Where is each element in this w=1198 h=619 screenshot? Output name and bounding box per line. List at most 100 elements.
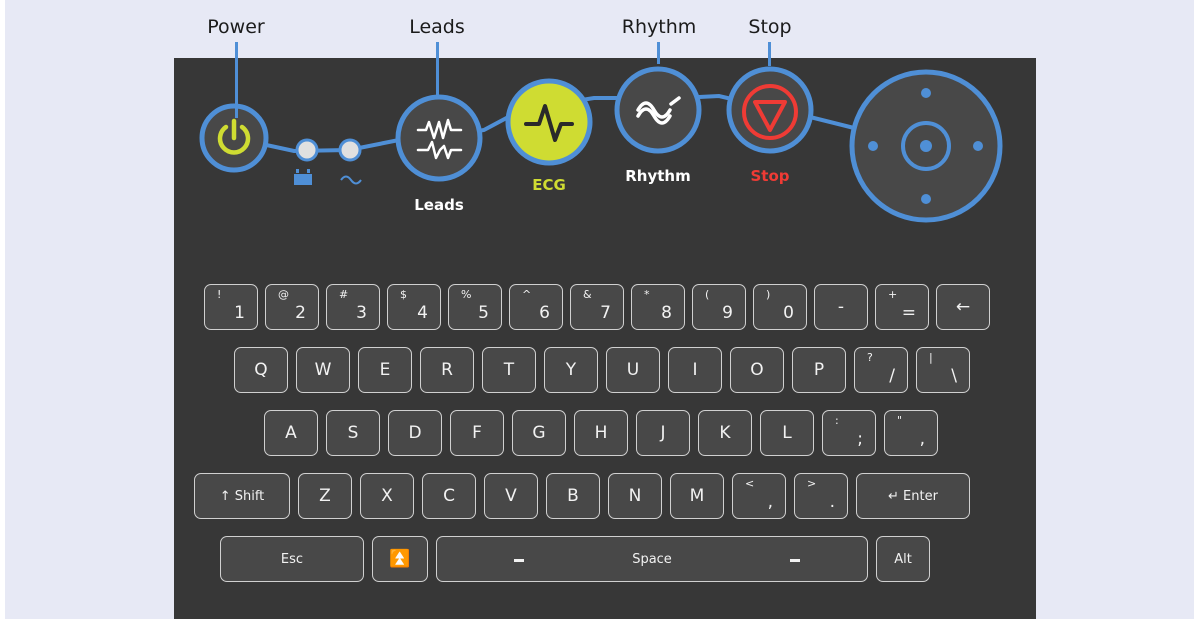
key-5[interactable]: % 5 bbox=[448, 284, 502, 330]
key-2[interactable]: @2 bbox=[265, 284, 319, 330]
key-v[interactable]: V bbox=[484, 473, 538, 519]
key-d[interactable]: D bbox=[388, 410, 442, 456]
navigation-pad[interactable] bbox=[849, 69, 1003, 223]
enter-key[interactable]: ↵ Enter bbox=[856, 473, 970, 519]
key-label: ⏫ bbox=[389, 549, 411, 569]
key-x[interactable]: X bbox=[360, 473, 414, 519]
key-backspace[interactable]: ← bbox=[936, 284, 990, 330]
key-t[interactable]: T bbox=[482, 347, 536, 393]
key-9[interactable]: (9 bbox=[692, 284, 746, 330]
key-label: Esc bbox=[280, 551, 304, 567]
key-shift-symbol: ^ bbox=[522, 288, 532, 301]
nav-up[interactable] bbox=[921, 88, 931, 98]
key-s[interactable]: S bbox=[326, 410, 380, 456]
key-label: , bbox=[919, 429, 925, 449]
key-f[interactable]: F bbox=[450, 410, 504, 456]
key-label: F bbox=[472, 423, 482, 443]
rhythm-button[interactable] bbox=[614, 66, 702, 154]
ac-indicator-light bbox=[338, 138, 362, 162]
nav-down[interactable] bbox=[921, 194, 931, 204]
shift-key[interactable]: ↑ Shift bbox=[194, 473, 290, 519]
nav-left[interactable] bbox=[868, 141, 878, 151]
key-semicolon[interactable]: :; bbox=[822, 410, 876, 456]
key-label: 9 bbox=[722, 303, 733, 323]
callout-stop-leader bbox=[768, 42, 771, 66]
key-label: 0 bbox=[783, 303, 794, 323]
battery-indicator-light bbox=[295, 138, 319, 162]
key-o[interactable]: O bbox=[730, 347, 784, 393]
key-label: R bbox=[441, 360, 453, 380]
comma-key[interactable]: <, bbox=[732, 473, 786, 519]
ecg-button-label: ECG bbox=[532, 176, 566, 194]
nav-right[interactable] bbox=[973, 141, 983, 151]
key-a[interactable]: A bbox=[264, 410, 318, 456]
key-z[interactable]: Z bbox=[298, 473, 352, 519]
key-7[interactable]: & 7 bbox=[570, 284, 624, 330]
key-label: P bbox=[813, 360, 825, 380]
key-n[interactable]: N bbox=[608, 473, 662, 519]
period-key[interactable]: >. bbox=[794, 473, 848, 519]
key-e[interactable]: E bbox=[358, 347, 412, 393]
key-label: , bbox=[767, 492, 773, 512]
key-y[interactable]: Y bbox=[544, 347, 598, 393]
key-p[interactable]: P bbox=[792, 347, 846, 393]
callout-power: Power bbox=[207, 16, 265, 38]
key-label: O bbox=[750, 360, 764, 380]
key-label: 8 bbox=[661, 303, 672, 323]
key-1[interactable]: ! 1 bbox=[204, 284, 258, 330]
key-label: Alt bbox=[894, 551, 912, 567]
key-shift-symbol: ) bbox=[766, 288, 771, 301]
key-label: 1 bbox=[234, 303, 245, 323]
quote-key[interactable]: ", bbox=[884, 410, 938, 456]
key-4[interactable]: $4 bbox=[387, 284, 441, 330]
power-button[interactable] bbox=[199, 103, 269, 173]
leads-button[interactable] bbox=[395, 94, 483, 182]
key-slash[interactable]: ? / bbox=[854, 347, 908, 393]
key-equals[interactable]: + = bbox=[875, 284, 929, 330]
key-r[interactable]: R bbox=[420, 347, 474, 393]
key-q[interactable]: Q bbox=[234, 347, 288, 393]
key-w[interactable]: W bbox=[296, 347, 350, 393]
key-shift-symbol: : bbox=[835, 414, 839, 427]
key-k[interactable]: K bbox=[698, 410, 752, 456]
key-g[interactable]: G bbox=[512, 410, 566, 456]
key-3[interactable]: #3 bbox=[326, 284, 380, 330]
stop-button[interactable] bbox=[726, 66, 814, 154]
key-8[interactable]: * 8 bbox=[631, 284, 685, 330]
key-h[interactable]: H bbox=[574, 410, 628, 456]
key-0[interactable]: ) 0 bbox=[753, 284, 807, 330]
key-b[interactable]: B bbox=[546, 473, 600, 519]
key-label: A bbox=[285, 423, 297, 443]
key-label: I bbox=[692, 360, 698, 380]
callout-rhythm: Rhythm bbox=[621, 16, 697, 38]
esc-key[interactable]: Esc bbox=[220, 536, 364, 582]
nav-select-center[interactable] bbox=[920, 140, 932, 152]
key-label: ← bbox=[955, 297, 971, 317]
callout-power-leader bbox=[235, 42, 238, 118]
space-key[interactable]: Space bbox=[436, 536, 868, 582]
key-label: E bbox=[379, 360, 391, 380]
key-label: . bbox=[829, 492, 835, 512]
key-j[interactable]: J bbox=[636, 410, 690, 456]
key-label: Space bbox=[632, 551, 672, 567]
key-label: 5 bbox=[478, 303, 489, 323]
key-backslash[interactable]: | \ bbox=[916, 347, 970, 393]
key-shift-symbol: & bbox=[583, 288, 592, 301]
key-minus[interactable]: - bbox=[814, 284, 868, 330]
key-label: Y bbox=[565, 360, 577, 380]
battery-icon bbox=[294, 169, 312, 185]
key-c[interactable]: C bbox=[422, 473, 476, 519]
alt-key[interactable]: Alt bbox=[876, 536, 930, 582]
key-label: N bbox=[628, 486, 642, 506]
key-m[interactable]: M bbox=[670, 473, 724, 519]
panel-controls-layer bbox=[199, 66, 1003, 223]
device-panel: Leads ECG Rhythm Stop ! 1 @2 #3 $4% 5 ^ 6 & 7 * 8(9… bbox=[174, 58, 1036, 619]
key-i[interactable]: I bbox=[668, 347, 722, 393]
key-shift-symbol: ? bbox=[867, 351, 873, 364]
ecg-button[interactable] bbox=[505, 78, 593, 166]
key-6[interactable]: ^ 6 bbox=[509, 284, 563, 330]
callout-leads-leader bbox=[436, 42, 439, 98]
key-l[interactable]: L bbox=[760, 410, 814, 456]
key-u[interactable]: U bbox=[606, 347, 660, 393]
caps-lock-key[interactable]: ⏫ bbox=[372, 536, 428, 582]
